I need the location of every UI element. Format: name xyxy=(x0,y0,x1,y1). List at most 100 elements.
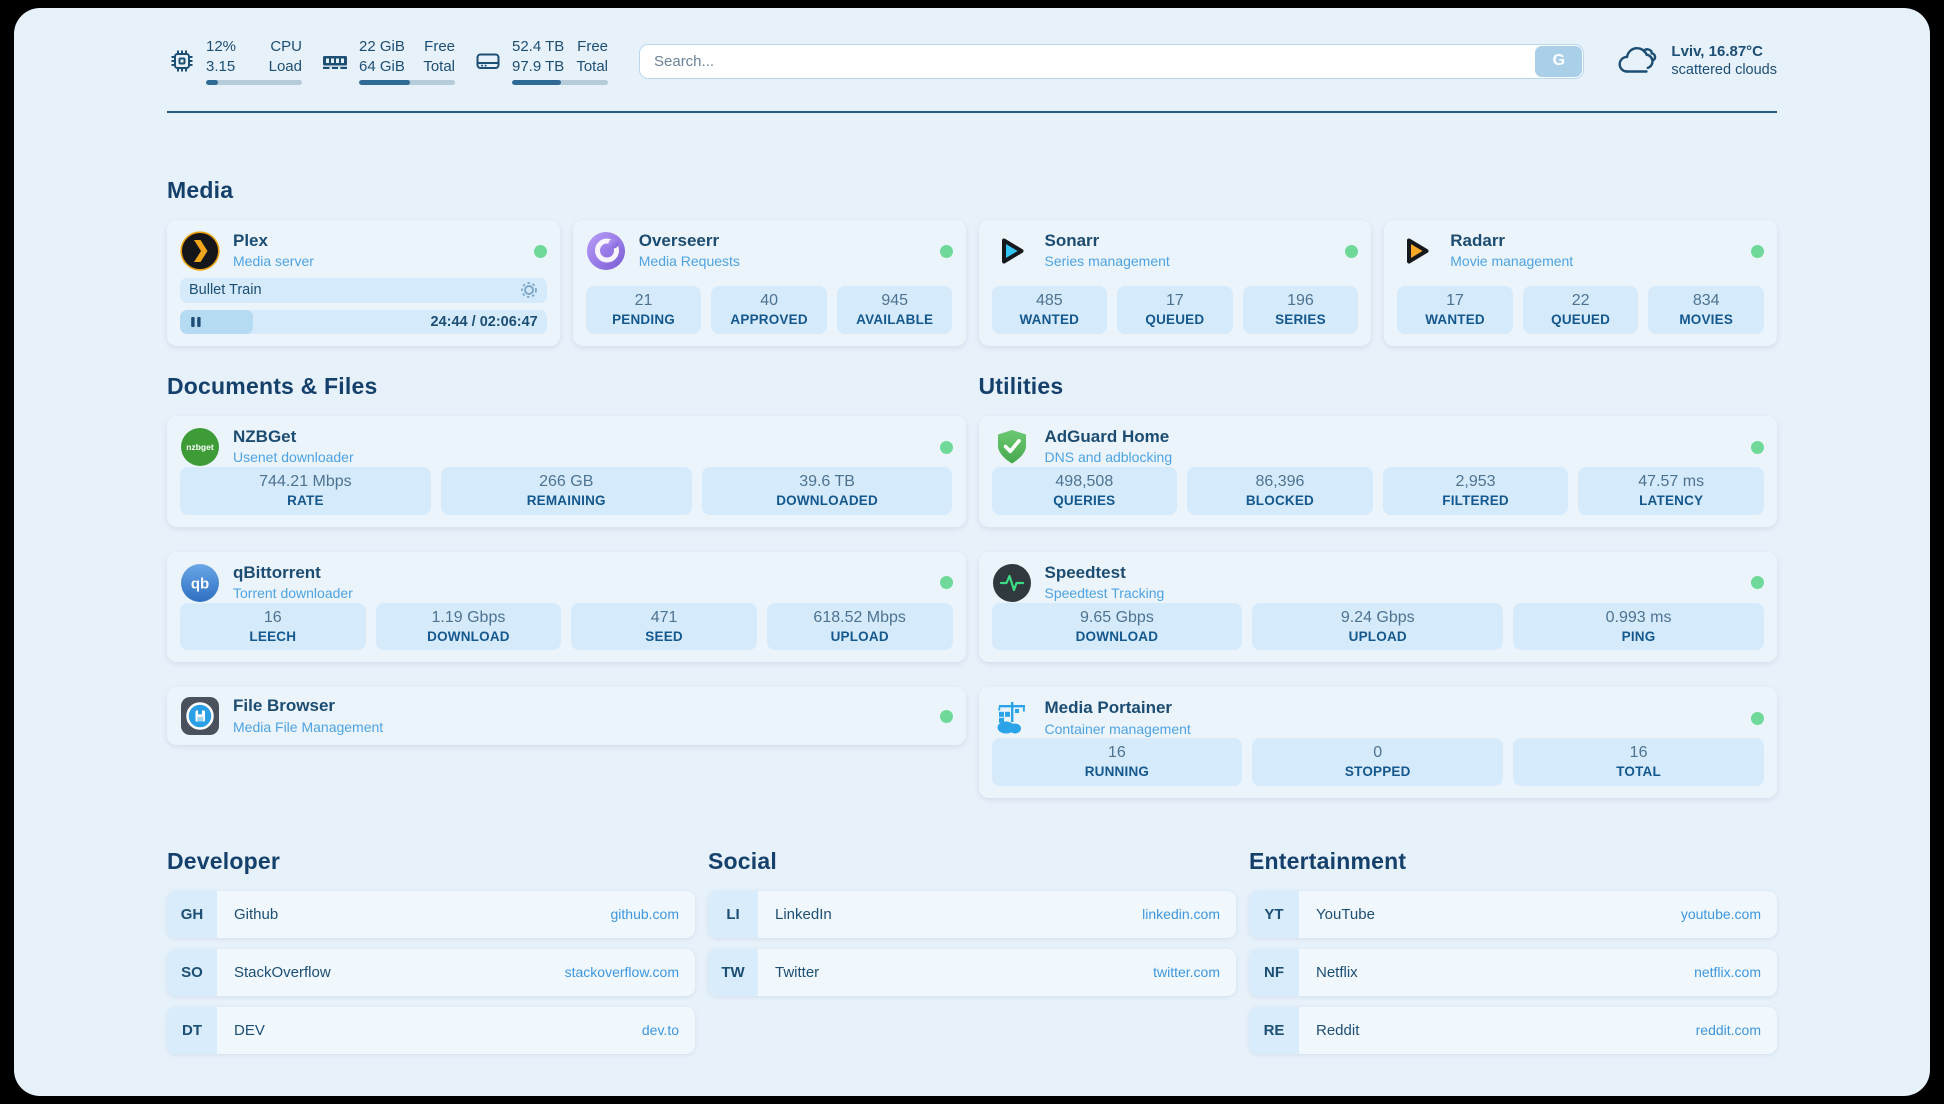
stat-label: QUEUED xyxy=(1123,311,1227,329)
stat-filtered: 2,953 FILTERED xyxy=(1383,467,1569,515)
weather-widget: Lviv, 16.87°C scattered clouds xyxy=(1615,42,1777,80)
section-title-entertainment: Entertainment xyxy=(1249,848,1777,875)
bookmark-linkedin[interactable]: LI LinkedIn linkedin.com xyxy=(708,891,1236,938)
stat-label: QUEUED xyxy=(1529,311,1633,329)
stat-value: 485 xyxy=(998,291,1102,311)
service-card-radarr[interactable]: Radarr Movie management 17 WANTED 22 QUE… xyxy=(1384,220,1777,346)
service-name: NZBGet xyxy=(233,427,354,447)
service-card-nzbget[interactable]: nzbget NZBGet Usenet downloader 744.21 M… xyxy=(167,416,966,527)
stat-value: 16 xyxy=(186,608,360,628)
stat-value: 86,396 xyxy=(1193,472,1367,492)
bookmark-name: Reddit xyxy=(1316,1022,1359,1039)
bookmark-github[interactable]: GH Github github.com xyxy=(167,891,695,938)
bookmark-stackoverflow[interactable]: SO StackOverflow stackoverflow.com xyxy=(167,949,695,996)
bookmark-url: linkedin.com xyxy=(1142,906,1220,922)
disk-widget: 52.4 TB Free 97.9 TB Total xyxy=(473,37,608,85)
bookmark-url: dev.to xyxy=(642,1022,679,1038)
section-title-social: Social xyxy=(708,848,1236,875)
service-name: Speedtest xyxy=(1045,563,1165,583)
cloud-icon xyxy=(1615,43,1659,79)
bookmark-youtube[interactable]: YT YouTube youtube.com xyxy=(1249,891,1777,938)
stat-value: 0 xyxy=(1258,743,1497,763)
stat-label: TOTAL xyxy=(1519,763,1758,781)
status-dot xyxy=(940,441,953,454)
bookmark-url: netflix.com xyxy=(1694,964,1761,980)
stat-download: 9.65 Gbps DOWNLOAD xyxy=(992,603,1243,651)
stat-queued: 22 QUEUED xyxy=(1523,286,1639,334)
stat-series: 196 SERIES xyxy=(1243,286,1359,334)
bookmark-group-social: Social LI LinkedIn linkedin.com TW Twitt… xyxy=(708,848,1236,1065)
stat-label: MOVIES xyxy=(1654,311,1758,329)
bookmark-abbr: DT xyxy=(167,1007,217,1054)
service-subtitle: Series management xyxy=(1045,253,1170,271)
service-name: Plex xyxy=(233,231,314,251)
stat-value: 21 xyxy=(592,291,696,311)
bookmark-url: twitter.com xyxy=(1153,964,1220,980)
memory-total-value: 64 GiB xyxy=(359,57,405,77)
stat-label: WANTED xyxy=(1403,311,1507,329)
playback-progress-row: 24:44 / 02:06:47 xyxy=(180,310,547,335)
stat-value: 16 xyxy=(1519,743,1758,763)
svg-text:qb: qb xyxy=(191,575,209,592)
service-card-overseerr[interactable]: Overseerr Media Requests 21 PENDING 40 A… xyxy=(573,220,966,346)
disk-total-label: Total xyxy=(576,57,608,77)
service-card-adguard[interactable]: AdGuard Home DNS and adblocking 498,508 … xyxy=(979,416,1778,527)
stat-label: SERIES xyxy=(1249,311,1353,329)
service-name: Overseerr xyxy=(639,231,740,251)
stat-label: UPLOAD xyxy=(1258,628,1497,646)
stat-value: 266 GB xyxy=(447,472,686,492)
service-card-qbittorrent[interactable]: qb qBittorrent Torrent downloader 16 LEE… xyxy=(167,552,966,663)
stat-blocked: 86,396 BLOCKED xyxy=(1187,467,1373,515)
service-card-plex[interactable]: Plex Media server Bullet Train xyxy=(167,220,560,346)
status-dot xyxy=(1751,245,1764,258)
bookmark-abbr: YT xyxy=(1249,891,1299,938)
stat-available: 945 AVAILABLE xyxy=(837,286,953,334)
stat-total: 16 TOTAL xyxy=(1513,738,1764,786)
stat-label: PING xyxy=(1519,628,1758,646)
search-input[interactable] xyxy=(639,44,1584,79)
top-bar: 12% CPU 3.15 Load xyxy=(167,32,1777,90)
bookmark-abbr: RE xyxy=(1249,1007,1299,1054)
overseerr-icon xyxy=(586,231,626,271)
stat-label: DOWNLOADED xyxy=(708,492,947,510)
bookmark-twitter[interactable]: TW Twitter twitter.com xyxy=(708,949,1236,996)
stat-label: WANTED xyxy=(998,311,1102,329)
weather-condition: scattered clouds xyxy=(1671,61,1777,80)
section-title-utilities: Utilities xyxy=(979,373,1778,400)
radarr-icon xyxy=(1397,231,1437,271)
bookmark-name: Twitter xyxy=(775,964,819,981)
stat-wanted: 485 WANTED xyxy=(992,286,1108,334)
bookmark-name: Netflix xyxy=(1316,964,1358,981)
portainer-icon xyxy=(992,698,1032,738)
service-card-sonarr[interactable]: Sonarr Series management 485 WANTED 17 Q… xyxy=(979,220,1372,346)
search-engine-button[interactable]: G xyxy=(1535,46,1582,77)
stat-label: DOWNLOAD xyxy=(382,628,556,646)
stat-download: 1.19 Gbps DOWNLOAD xyxy=(376,603,562,651)
stat-value: 744.21 Mbps xyxy=(186,472,425,492)
status-dot xyxy=(940,576,953,589)
bookmark-url: github.com xyxy=(611,906,679,922)
bookmark-reddit[interactable]: RE Reddit reddit.com xyxy=(1249,1007,1777,1054)
bookmark-name: YouTube xyxy=(1316,906,1375,923)
service-subtitle: Media File Management xyxy=(233,719,383,737)
stat-value: 618.52 Mbps xyxy=(773,608,947,628)
service-card-portainer[interactable]: Media Portainer Container management 16 … xyxy=(979,687,1778,798)
stat-label: PENDING xyxy=(592,311,696,329)
service-card-speedtest[interactable]: Speedtest Speedtest Tracking 9.65 Gbps D… xyxy=(979,552,1778,663)
service-subtitle: Container management xyxy=(1045,721,1191,739)
status-dot xyxy=(1751,712,1764,725)
memory-total-label: Total xyxy=(423,57,455,77)
bookmark-dev[interactable]: DT DEV dev.to xyxy=(167,1007,695,1054)
memory-icon xyxy=(320,46,350,76)
cpu-progress-bar xyxy=(206,80,302,85)
stat-value: 1.19 Gbps xyxy=(382,608,556,628)
service-name: qBittorrent xyxy=(233,563,353,583)
service-subtitle: Movie management xyxy=(1450,253,1573,271)
disk-total-value: 97.9 TB xyxy=(512,57,564,77)
service-card-filebrowser[interactable]: File Browser Media File Management xyxy=(167,687,966,745)
bookmark-name: StackOverflow xyxy=(234,964,331,981)
memory-progress-bar xyxy=(359,80,455,85)
gear-icon[interactable] xyxy=(520,281,538,299)
plex-icon xyxy=(180,231,220,271)
bookmark-netflix[interactable]: NF Netflix netflix.com xyxy=(1249,949,1777,996)
